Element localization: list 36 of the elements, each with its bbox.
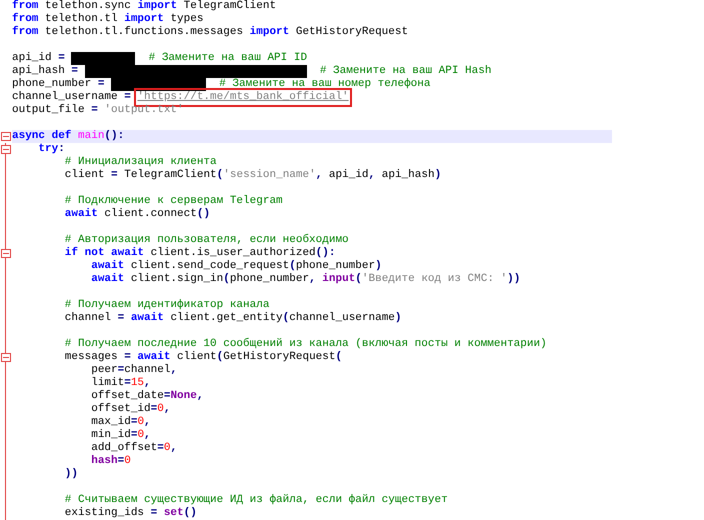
code-line: from telethon.tl.functions.messages import GetHistoryRequest xyxy=(12,26,410,39)
code-line: await client.send_code_request(phone_number) xyxy=(90,260,383,273)
code-line: channel_username = 'https://t.me/mts_bank_official' xyxy=(12,91,612,104)
code-line: # Получаем идентификатор канала xyxy=(64,299,270,312)
fold-toggle-icon[interactable] xyxy=(1,132,11,141)
code-line: hash=0 xyxy=(90,455,132,468)
code-line: # Подключение к серверам Telegram xyxy=(64,195,284,208)
code-line: offset_id=0, xyxy=(90,403,172,416)
code-line: offset_date=None, xyxy=(90,390,204,403)
code-line: messages = await client(GetHistoryRequest( xyxy=(64,351,344,364)
code-line: # Считываем существующие ИД из файла, если файл существует xyxy=(64,494,449,507)
code-line: client = TelegramClient('session_name', api_id, api_hash) xyxy=(64,169,442,182)
code-line: channel = await client.get_entity(channel_username) xyxy=(64,312,403,325)
fold-toggle-icon[interactable] xyxy=(1,249,11,258)
code-line: from telethon.tl import types xyxy=(12,13,204,26)
code-line: api_hash = # Замените на ваш API Hash xyxy=(12,65,492,78)
code-line: min_id=0, xyxy=(90,429,152,442)
code-line: await client.connect() xyxy=(64,208,212,221)
code-line: add_offset=0, xyxy=(90,442,178,455)
fold-toggle-icon[interactable] xyxy=(1,145,11,154)
fold-toggle-icon[interactable] xyxy=(1,353,11,362)
code-line: limit=15, xyxy=(90,377,152,390)
code-line: api_id = # Замените на ваш API ID xyxy=(12,52,308,65)
code-line: # Инициализация клиента xyxy=(64,156,218,169)
code-line: existing_ids = set() xyxy=(64,507,198,520)
code-line: peer=channel, xyxy=(90,364,178,377)
code-line: # Авторизация пользователя, если необходимо xyxy=(64,234,350,246)
code-line: # Получаем последние 10 сообщений из канала (включая посты и комментарии) xyxy=(64,338,548,351)
code-line: output_file = 'output.txt' xyxy=(12,104,185,117)
code-line: if not await client.is_user_authorized(): xyxy=(64,247,336,260)
code-line: phone_number = # Замените на ваш номер телефона xyxy=(12,78,432,91)
code-line: from telethon.sync import TelegramClient xyxy=(12,0,278,12)
code-line: max_id=0, xyxy=(90,416,152,429)
code-line: try: xyxy=(37,143,65,156)
code-line: )) xyxy=(64,468,80,481)
code-line: await client.sign_in(phone_number, input('Введите код из СМС: ')) xyxy=(90,273,522,286)
